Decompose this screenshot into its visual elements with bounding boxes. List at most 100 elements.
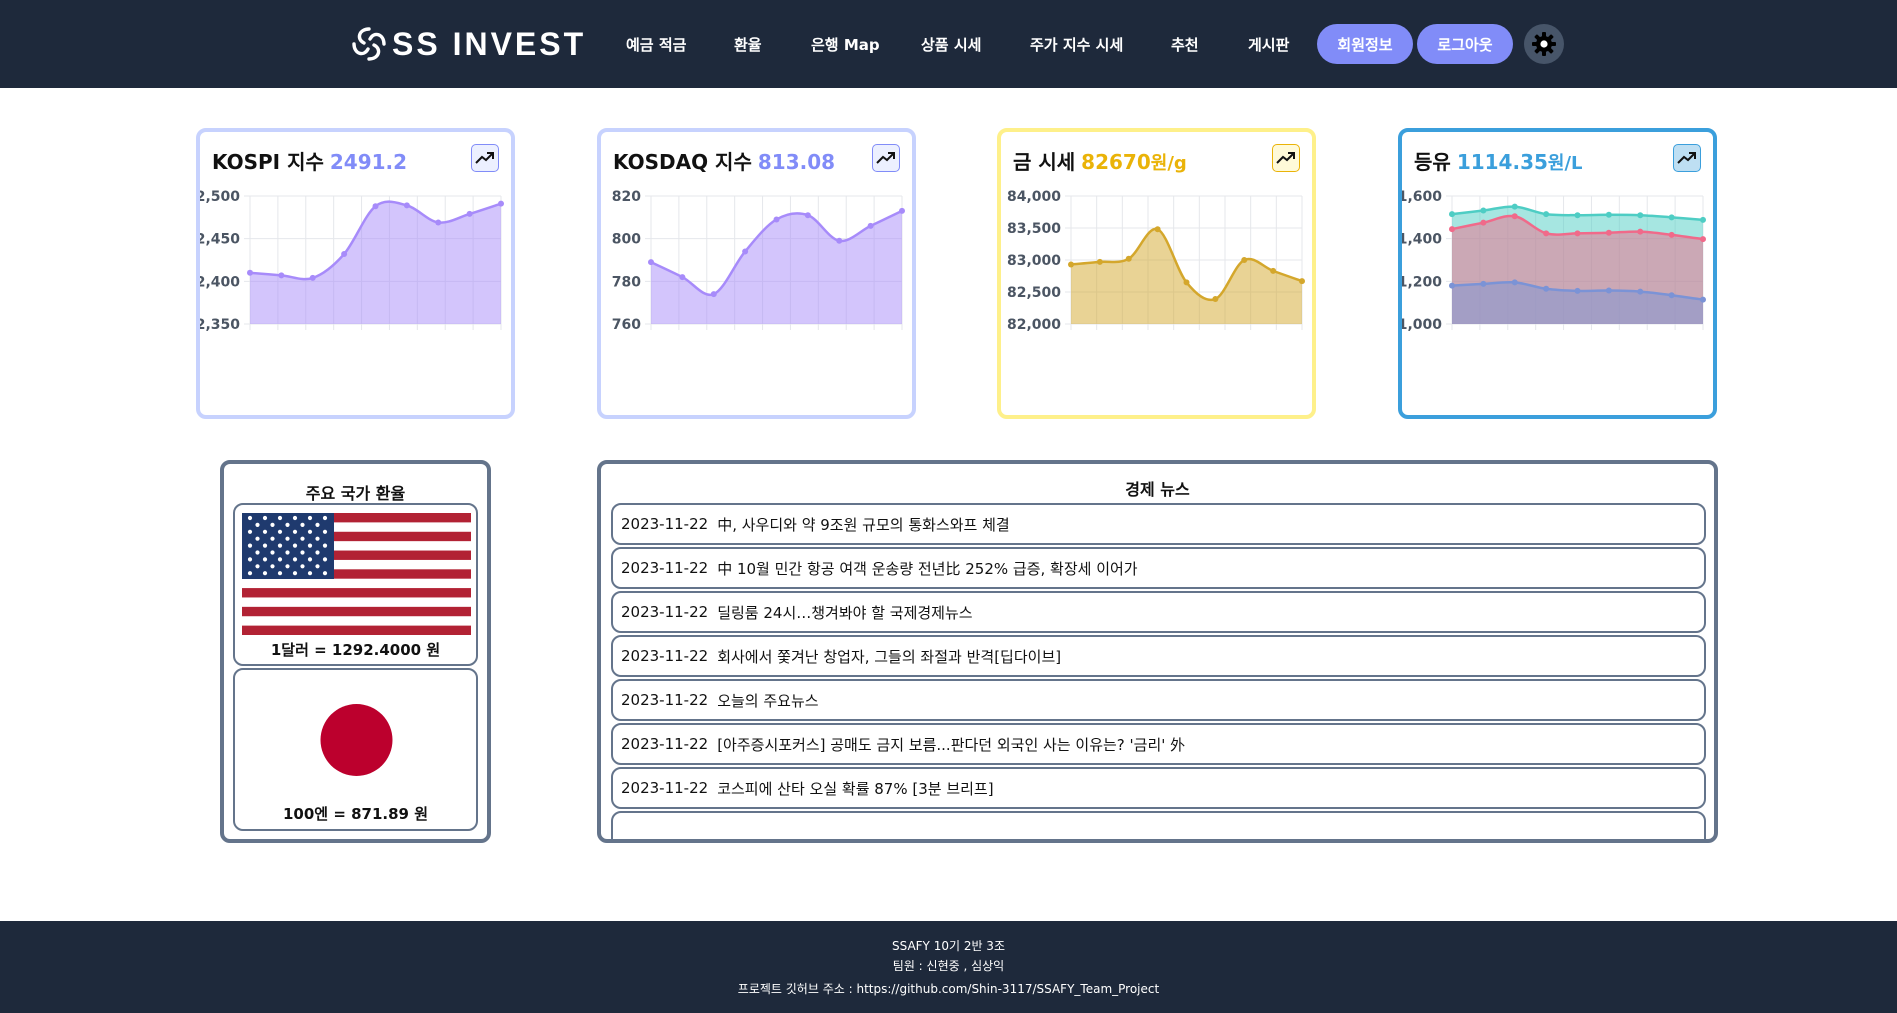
- nav-item-commodity[interactable]: 상품 시세: [921, 34, 981, 55]
- profile-button[interactable]: 회원정보: [1317, 24, 1413, 64]
- y-tick-label: 83,000: [1007, 253, 1061, 269]
- trend-button[interactable]: [1272, 144, 1300, 172]
- card-label: 등유: [1414, 150, 1451, 174]
- trending-up-icon: [1276, 152, 1295, 164]
- gold-chart: 84,000 83,500 83,000 82,500 82,000: [1007, 189, 1305, 333]
- trend-button[interactable]: [1673, 144, 1701, 172]
- flag-star: [307, 515, 313, 521]
- news-item[interactable]: 2023-11-22 코스피에 산타 오실 확률 87% [3분 브리프]: [611, 767, 1706, 809]
- news-headline: 中, 사우디와 약 9조원 규모의 통화스와프 체결: [717, 515, 1010, 534]
- nav-item-recommend[interactable]: 추천: [1171, 34, 1199, 55]
- news-item[interactable]: 2023-11-22 회사에서 쫓겨난 창업자, 그들의 좌절과 반격[딥다이브]: [611, 635, 1706, 677]
- economy-news-panel: 경제 뉴스 2023-11-22 中, 사우디와 약 9조원 규모의 통화스와프 …: [597, 460, 1718, 843]
- flag-star: [300, 550, 305, 555]
- card-title: KOSDAQ 지수 813.08: [613, 146, 835, 175]
- data-point: [1125, 255, 1132, 262]
- news-item[interactable]: 2023-11-22 中 10월 민간 항공 여객 운송량 전년比 252% 급증…: [611, 547, 1706, 589]
- kerosene-card: 등유 1114.35원/L 1,600 1,400 1,200 1,000: [1398, 128, 1717, 419]
- data-point: [1605, 229, 1612, 236]
- news-date: 2023-11-22: [621, 691, 709, 709]
- data-point: [1668, 214, 1675, 221]
- news-headline: 회사에서 쫓겨난 창업자, 그들의 좌절과 반격[딥다이브]: [717, 647, 1062, 666]
- news-headline: 딜링룸 24시…챙겨봐야 할 국제경제뉴스: [717, 603, 973, 622]
- y-tick-label: 1,400: [1402, 232, 1442, 248]
- data-point: [1480, 280, 1487, 287]
- flag-stripe: [242, 597, 471, 608]
- flag-star: [255, 522, 260, 527]
- usd-rate-label: 1달러 = 1292.4000 원: [270, 641, 441, 659]
- news-date: 2023-11-22: [621, 515, 709, 533]
- data-point: [1480, 207, 1487, 214]
- exchange-rate-title: 주요 국가 환율: [305, 484, 406, 503]
- flag-stripe: [242, 606, 471, 617]
- flag-star: [285, 522, 290, 527]
- usd-rate-card[interactable]: 1달러 = 1292.4000 원: [233, 503, 478, 666]
- flag-star: [307, 571, 313, 576]
- kosdaq-card: KOSDAQ 지수 813.08 820 800 780 760: [597, 128, 916, 419]
- flag-stripe: [242, 578, 471, 589]
- exchange-rate-panel: 주요 국가 환율 1달러 = 1292.4000 원 100엔 = 871.89…: [220, 460, 491, 843]
- flag-star: [322, 543, 328, 548]
- data-point: [1637, 228, 1644, 235]
- news-item[interactable]: 2023-11-22 오늘의 주요뉴스: [611, 679, 1706, 721]
- data-point: [773, 216, 780, 223]
- kosdaq-chart: 820 800 780 760: [612, 189, 905, 333]
- flag-star: [247, 557, 253, 562]
- y-tick-label: 800: [612, 232, 641, 248]
- card-unit: 원/L: [1547, 153, 1583, 174]
- nav-item-exchange[interactable]: 환율: [734, 34, 762, 55]
- data-point: [1605, 287, 1612, 294]
- nav-item-board[interactable]: 게시판: [1248, 34, 1289, 55]
- y-tick-label: 82,000: [1007, 317, 1061, 333]
- data-point: [1574, 287, 1581, 294]
- flag-star: [262, 571, 268, 576]
- news-item[interactable]: [611, 811, 1706, 839]
- news-item[interactable]: 2023-11-22 딜링룸 24시…챙겨봐야 할 국제경제뉴스: [611, 591, 1706, 633]
- data-point: [1700, 296, 1706, 303]
- data-point: [1241, 257, 1248, 263]
- logout-button[interactable]: 로그아웃: [1417, 24, 1513, 64]
- trend-button[interactable]: [471, 144, 499, 172]
- y-tick-label: 82,500: [1007, 285, 1061, 301]
- kerosene-chart: 1,600 1,400 1,200 1,000: [1402, 189, 1706, 333]
- data-point: [1700, 236, 1706, 243]
- news-date: 2023-11-22: [621, 603, 709, 621]
- data-point: [867, 222, 874, 229]
- y-tick-label: 1,000: [1402, 317, 1442, 333]
- flag-star: [270, 522, 275, 527]
- card-label: 금 시세: [1013, 150, 1076, 174]
- nav-item-bank-map[interactable]: 은행 Map: [811, 34, 880, 55]
- news-item[interactable]: 2023-11-22 中, 사우디와 약 9조원 규모의 통화스와프 체결: [611, 503, 1706, 545]
- card-title: 등유 1114.35원/L: [1414, 146, 1583, 175]
- data-point: [836, 237, 843, 244]
- footer-members: 팀원 : 신현중 , 심상익: [892, 959, 1005, 973]
- jpy-rate-card[interactable]: 100엔 = 871.89 원: [233, 668, 478, 831]
- kospi-chart: 2,500 2,450 2,400 2,350: [200, 189, 504, 333]
- y-tick-label: 2,500: [200, 189, 240, 205]
- theme-toggle-button[interactable]: [1524, 24, 1564, 64]
- data-point: [1154, 226, 1161, 233]
- flag-star: [285, 564, 290, 569]
- flag-star: [255, 564, 260, 569]
- news-item[interactable]: 2023-11-22 [아주증시포커스] 공매도 금지 보름...판다던 외국인 …: [611, 723, 1706, 765]
- nav-item-stock-index[interactable]: 주가 지수 시세: [1030, 34, 1123, 55]
- y-tick-label: 84,000: [1007, 189, 1061, 205]
- data-point: [1212, 296, 1219, 303]
- news-headline: [아주증시포커스] 공매도 금지 보름...판다던 외국인 사는 이유는? '금…: [717, 735, 1186, 754]
- gold-card: 금 시세 82670원/g 84,000 83,500 83,000 82,500 82,…: [997, 128, 1316, 419]
- trending-up-icon: [876, 152, 895, 164]
- flag-star: [322, 557, 328, 562]
- y-tick-label: 820: [612, 189, 641, 205]
- flag-star: [300, 564, 305, 569]
- flag-star: [247, 529, 253, 534]
- y-tick-label: 760: [612, 317, 641, 333]
- footer-github-link[interactable]: 프로젝트 깃허브 주소 : https://github.com/Shin-31…: [0, 980, 1897, 997]
- data-point: [1543, 230, 1550, 237]
- nav-item-savings[interactable]: 예금 적금: [626, 34, 686, 55]
- trend-button[interactable]: [872, 144, 900, 172]
- news-headline: 코스피에 산타 오실 확률 87% [3분 브리프]: [717, 779, 994, 798]
- data-point: [679, 274, 686, 281]
- jpy-rate-label: 100엔 = 871.89 원: [282, 805, 429, 823]
- flag-star: [292, 543, 298, 548]
- brand-logo[interactable]: SS INVEST: [350, 22, 586, 66]
